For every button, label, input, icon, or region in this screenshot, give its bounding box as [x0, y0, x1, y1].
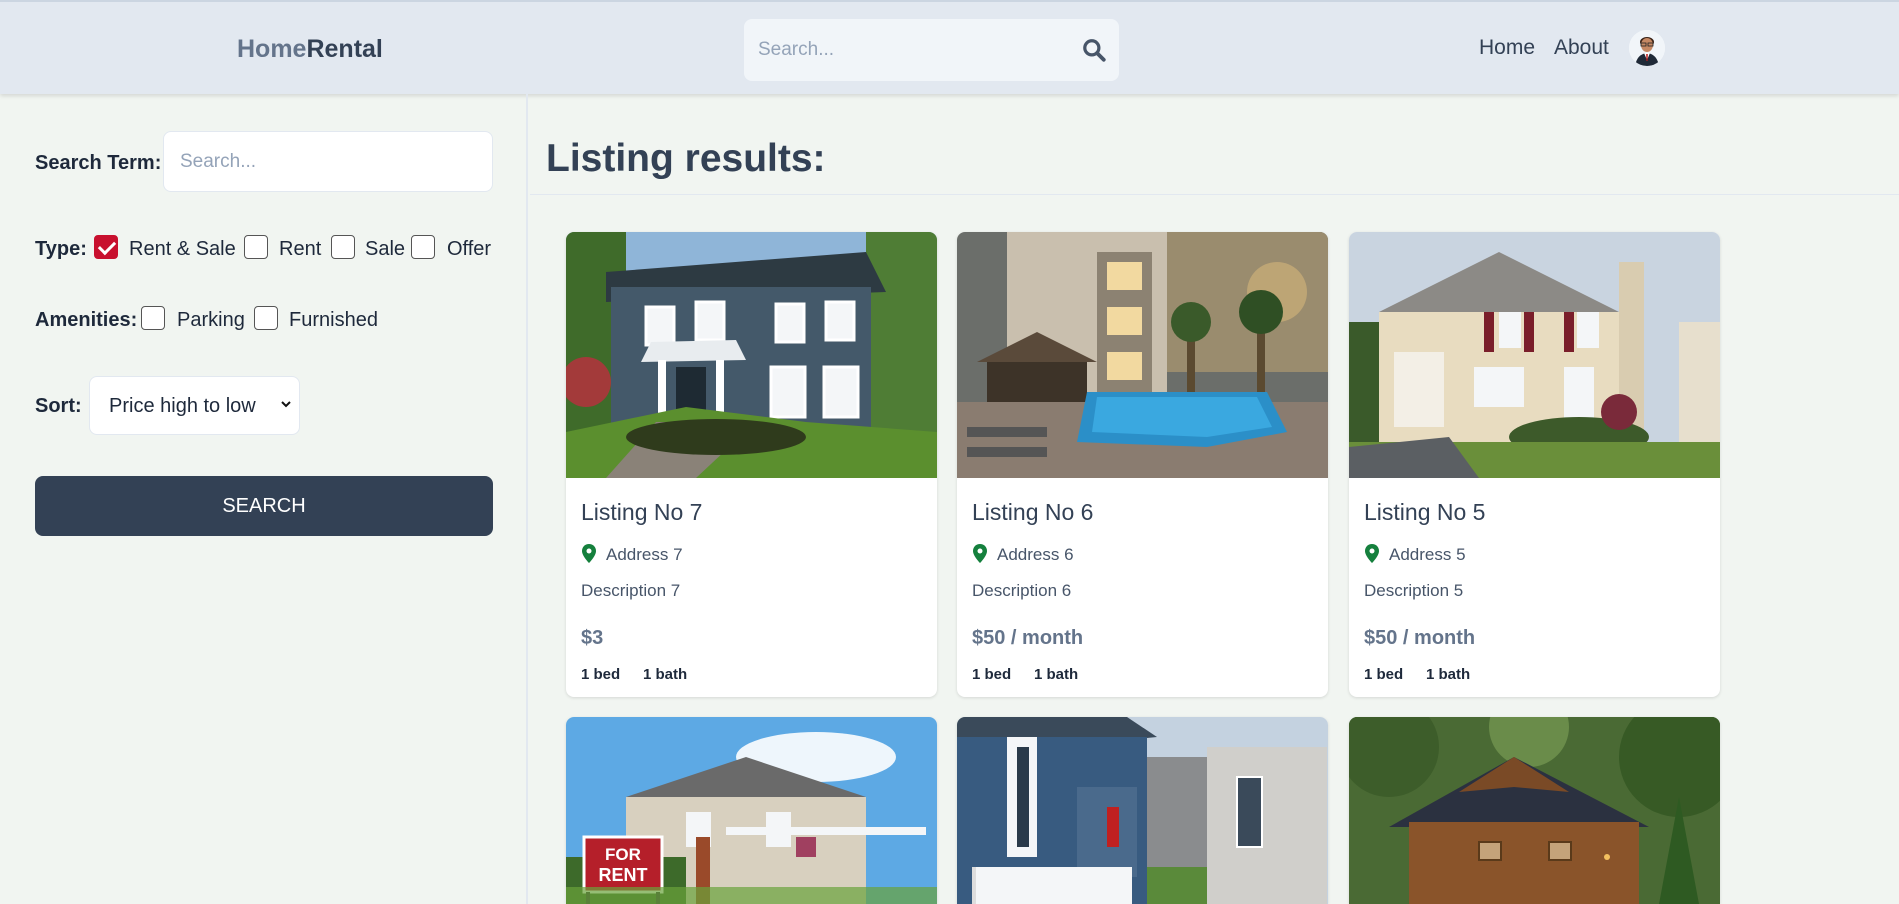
type-offer-checkbox[interactable] — [411, 235, 435, 259]
listing-price: $3 — [581, 627, 604, 649]
listing-card-body: Listing No 6 Address 6 Description 6 $50… — [957, 478, 1328, 697]
sort-select[interactable]: Price high to low — [89, 376, 300, 435]
filter-sidebar: Search Term: Type: Rent & Sale Rent Sale… — [0, 94, 528, 904]
type-rent-checkbox[interactable] — [244, 235, 268, 259]
avatar[interactable] — [1629, 30, 1665, 66]
type-sale-checkbox[interactable] — [331, 235, 355, 259]
amenity-parking-checkbox[interactable] — [141, 306, 165, 330]
svg-text:RENT: RENT — [599, 865, 648, 885]
listing-description: Description 5 — [1364, 581, 1464, 600]
nav-home-link[interactable]: Home — [1479, 36, 1535, 60]
svg-text:FOR: FOR — [605, 845, 641, 864]
header: HomeRental Home About — [0, 0, 1899, 94]
listing-image — [957, 232, 1328, 478]
listing-address: Address 6 — [997, 545, 1074, 564]
type-label: Type: — [35, 238, 87, 260]
search-button[interactable]: SEARCH — [35, 476, 493, 536]
amenity-parking-label: Parking — [177, 309, 245, 331]
listing-address: Address 5 — [1389, 545, 1466, 564]
listing-card-body: Listing No 7 Address 7 Description 7 $3 … — [566, 478, 937, 697]
location-pin-icon — [582, 544, 596, 563]
divider — [530, 194, 1899, 195]
logo-rental-text: Rental — [306, 35, 383, 63]
page-title: Listing results: — [546, 137, 826, 180]
listing-image — [1349, 717, 1720, 904]
listing-card[interactable]: Listing No 6 Address 6 Description 6 $50… — [957, 232, 1328, 697]
chevron-down-icon — [281, 401, 291, 408]
search-icon[interactable] — [1081, 37, 1107, 63]
listing-image — [566, 232, 937, 478]
type-rent-label: Rent — [279, 238, 322, 260]
listing-card[interactable] — [1349, 717, 1720, 904]
listing-card[interactable]: FOR RENT — [566, 717, 937, 904]
header-search-input[interactable] — [758, 35, 1058, 65]
sort-selected-value: Price high to low — [109, 395, 256, 417]
amenities-label: Amenities: — [35, 309, 138, 331]
amenity-furnished-label: Furnished — [289, 309, 378, 331]
type-sale-label: Sale — [365, 238, 406, 260]
listing-title[interactable]: Listing No 5 — [1364, 499, 1485, 526]
listing-price: $50 / month — [972, 627, 1084, 649]
listing-baths: 1 bath — [643, 666, 688, 683]
listing-beds: 1 bed — [972, 666, 1012, 683]
listing-image: FOR RENT — [566, 717, 937, 904]
avatar-image — [1629, 30, 1665, 66]
location-pin-icon — [1365, 544, 1379, 563]
listing-beds: 1 bed — [1364, 666, 1404, 683]
listing-description: Description 7 — [581, 581, 681, 600]
listing-title[interactable]: Listing No 6 — [972, 499, 1093, 526]
location-pin-icon — [973, 544, 987, 563]
type-rent-sale-checkbox[interactable] — [94, 235, 118, 259]
logo[interactable]: HomeRental — [237, 35, 383, 64]
listing-baths: 1 bath — [1034, 666, 1079, 683]
type-rent-sale-label: Rent & Sale — [129, 238, 236, 260]
listing-card[interactable] — [957, 717, 1328, 904]
nav-about-link[interactable]: About — [1554, 36, 1609, 60]
logo-home-text: Home — [237, 35, 307, 63]
listing-description: Description 6 — [972, 581, 1072, 600]
listing-card-body: Listing No 5 Address 5 Description 5 $50… — [1349, 478, 1720, 697]
listing-price: $50 / month — [1364, 627, 1476, 649]
type-offer-label: Offer — [447, 238, 492, 260]
search-term-label: Search Term: — [35, 152, 162, 174]
listing-address: Address 7 — [606, 545, 683, 564]
sort-label: Sort: — [35, 395, 82, 417]
listing-card[interactable]: Listing No 5 Address 5 Description 5 $50… — [1349, 232, 1720, 697]
header-search-box — [744, 19, 1119, 81]
listing-image — [957, 717, 1328, 904]
amenity-furnished-checkbox[interactable] — [254, 306, 278, 330]
listing-beds: 1 bed — [581, 666, 621, 683]
listing-card[interactable]: Listing No 7 Address 7 Description 7 $3 … — [566, 232, 937, 697]
listing-baths: 1 bath — [1426, 666, 1471, 683]
search-term-input[interactable] — [163, 131, 493, 192]
listing-image — [1349, 232, 1720, 478]
listing-title[interactable]: Listing No 7 — [581, 499, 702, 526]
